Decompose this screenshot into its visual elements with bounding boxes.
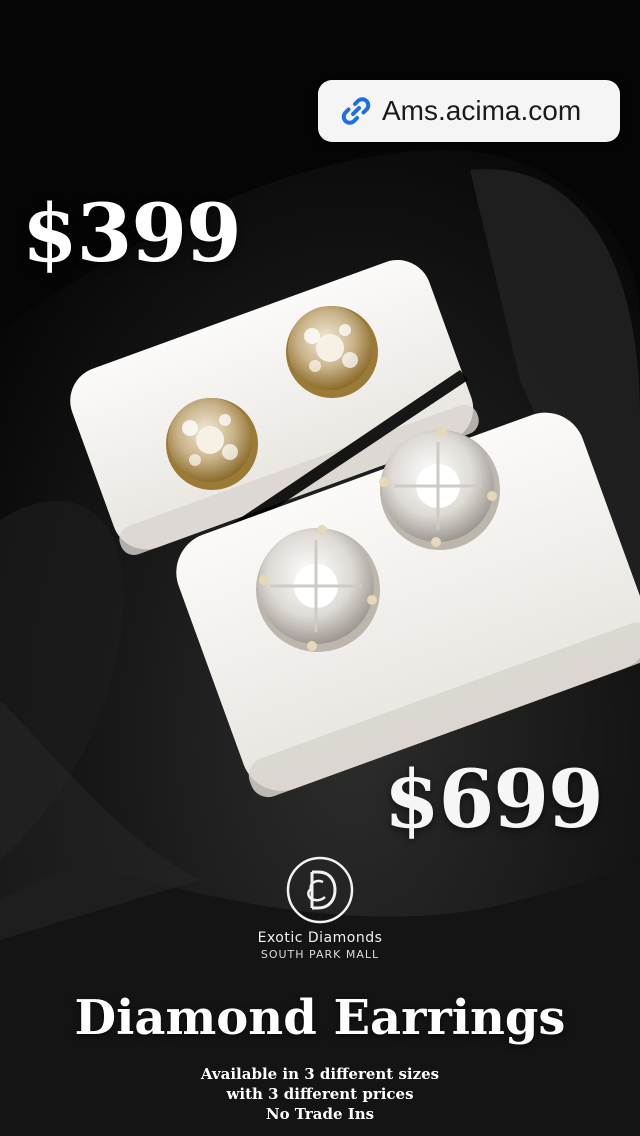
exotic-diamonds-logo [286, 856, 354, 924]
link-sticker[interactable]: Ams.acima.com [318, 80, 620, 142]
headline: Diamond Earrings [74, 990, 566, 1046]
details-line: with 3 different prices [226, 1085, 414, 1103]
product-photo [0, 0, 640, 1136]
details-line: Available in 3 different sizes [200, 1065, 440, 1083]
price-large-earrings: $699 [384, 752, 604, 846]
brand-name: Exotic Diamonds [257, 930, 383, 946]
details-text: Available in 3 different sizes with 3 di… [0, 1064, 640, 1124]
brand-location: SOUTH PARK MALL [260, 948, 380, 961]
details-line: No Trade Ins [265, 1105, 375, 1123]
link-url[interactable]: Ams.acima.com [382, 95, 581, 127]
price-small-earrings: $399 [22, 186, 242, 280]
link-icon [336, 91, 376, 131]
